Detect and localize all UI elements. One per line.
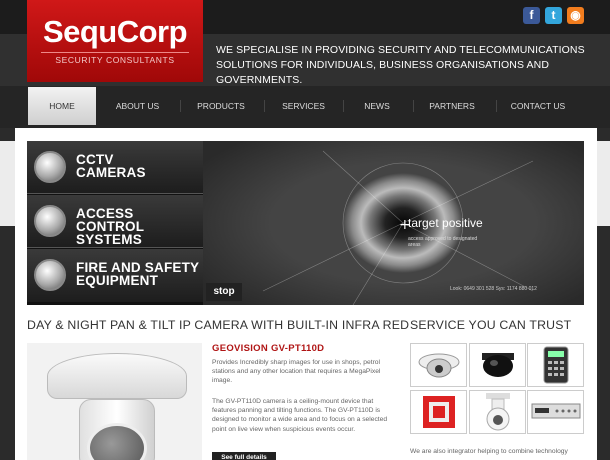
- nav-divider: [496, 100, 497, 112]
- facebook-icon[interactable]: f: [523, 7, 540, 24]
- featured-heading: DAY & NIGHT PAN & TILT IP CAMERA WITH BU…: [27, 318, 410, 332]
- nav-divider: [180, 100, 181, 112]
- services-intro: We are also integrator helping to combin…: [410, 448, 568, 455]
- brand-subtitle: SECURITY CONSULTANTS: [41, 52, 189, 65]
- alarm-clock-icon: [34, 259, 66, 291]
- slider-tab-fire-safety[interactable]: FIRE AND SAFETY EQUIPMENT: [27, 249, 203, 302]
- nav-partners[interactable]: PARTNERS: [425, 87, 479, 125]
- thumb-dome-camera[interactable]: [410, 343, 467, 387]
- product-description-2: The GV-PT110D camera is a ceiling-mount …: [212, 398, 388, 433]
- hero-slider: CCTV CAMERAS ACCESS CONTROL SYSTEMS FIRE…: [27, 141, 584, 305]
- overlay-text: target positive access approved to desig…: [408, 216, 483, 248]
- overlay-readout: Look: 0649 301 528 Sys: 1174 880 012: [450, 286, 537, 292]
- camera-mount: [47, 353, 187, 399]
- nav-products[interactable]: PRODUCTS: [190, 87, 252, 125]
- nav-news[interactable]: NEWS: [355, 87, 399, 125]
- tab-label-line2: SYSTEMS: [76, 232, 142, 247]
- brand-name: SequCorp: [42, 14, 188, 49]
- thumb-keypad[interactable]: [527, 343, 584, 387]
- nav-home[interactable]: HOME: [28, 87, 96, 125]
- ptz-camera-icon: [485, 393, 510, 431]
- logo[interactable]: SequCorp SECURITY CONSULTANTS: [27, 0, 203, 82]
- keypad-icon: [543, 346, 568, 384]
- tab-label-line1: ACCESS CONTROL: [76, 206, 145, 234]
- overlay-subtitle: access approved to designated areas: [408, 236, 478, 248]
- black-dome-icon: [481, 353, 514, 377]
- rss-icon[interactable]: ◉: [567, 7, 584, 24]
- thumb-fire-alarm[interactable]: [410, 390, 467, 434]
- nav-services[interactable]: SERVICES: [275, 87, 332, 125]
- product-image[interactable]: [27, 343, 202, 460]
- thumb-ptz-camera[interactable]: [469, 390, 526, 434]
- tab-label-line2: CAMERAS: [76, 165, 146, 180]
- nav-divider: [343, 100, 344, 112]
- tab-label-line2: EQUIPMENT: [76, 273, 159, 288]
- dome-camera-icon: [418, 353, 459, 378]
- fingerprint-icon: [34, 205, 66, 237]
- product-description-1: Provides Incredibly sharp images for use…: [212, 359, 381, 385]
- product-title[interactable]: GEOVISION GV-PT110D: [212, 343, 324, 354]
- overlay-title: target positive: [408, 216, 483, 230]
- dvr-recorder-icon: [531, 403, 580, 419]
- slide-image-eye: + target positive access approved to des…: [203, 141, 584, 305]
- nav-divider: [264, 100, 265, 112]
- nav-divider: [413, 100, 414, 112]
- twitter-icon[interactable]: t: [545, 7, 562, 24]
- slider-tab-access-control[interactable]: ACCESS CONTROL SYSTEMS: [27, 195, 203, 248]
- fire-alarm-icon: [422, 396, 455, 428]
- thumb-black-dome-camera[interactable]: [469, 343, 526, 387]
- main-nav: HOME ABOUT US PRODUCTS SERVICES NEWS PAR…: [0, 86, 610, 128]
- thumb-dvr-recorder[interactable]: [527, 390, 584, 434]
- nav-contact-us[interactable]: CONTACT US: [508, 87, 568, 125]
- camera-icon: [34, 151, 66, 183]
- nav-about-us[interactable]: ABOUT US: [105, 87, 170, 125]
- slider-tab-cctv[interactable]: CCTV CAMERAS: [27, 141, 203, 194]
- see-full-details-button[interactable]: See full details: [212, 452, 276, 460]
- slider-stop-button[interactable]: stop: [206, 283, 242, 301]
- services-heading: SERVICE YOU CAN TRUST: [410, 318, 572, 332]
- tagline: WE SPECIALISE IN PROVIDING SECURITY AND …: [216, 44, 585, 86]
- iris-lines: +: [262, 150, 534, 305]
